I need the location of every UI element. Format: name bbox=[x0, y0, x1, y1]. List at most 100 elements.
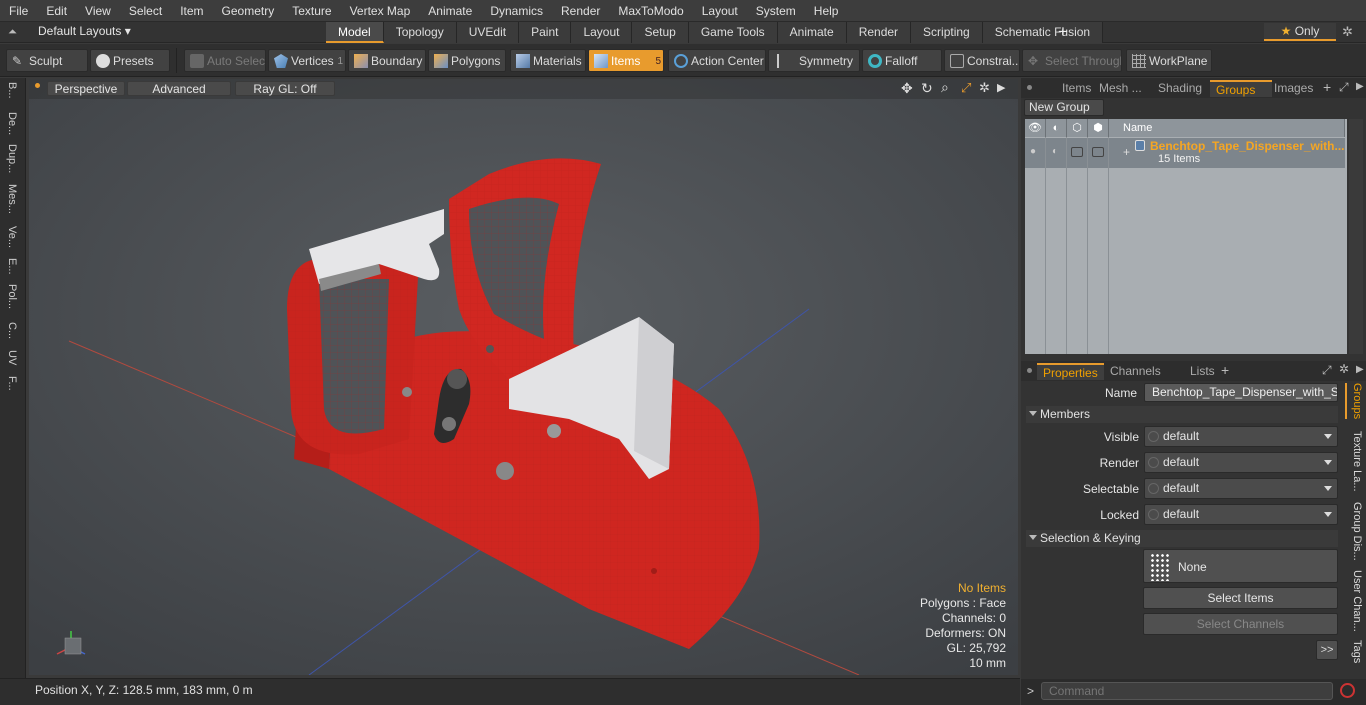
move-view-icon[interactable]: ✥ bbox=[901, 80, 913, 97]
props-gear-icon[interactable]: ✲ bbox=[1339, 362, 1349, 376]
layout-gear-icon[interactable]: ✲ bbox=[1342, 24, 1353, 40]
viewport-settings-icon[interactable]: ✲ bbox=[979, 80, 990, 96]
props-arrow-icon[interactable]: ▶ bbox=[1356, 364, 1364, 375]
left-tab-2[interactable]: Dup... bbox=[3, 144, 21, 173]
side-tab-texture-layers[interactable]: Texture La... bbox=[1345, 431, 1363, 492]
left-tab-5[interactable]: E... bbox=[3, 258, 21, 275]
add-panel-tab-icon[interactable]: + bbox=[1323, 79, 1331, 95]
viewport-menu-dot-icon[interactable] bbox=[35, 83, 40, 88]
mode-tab-paint[interactable]: Paint bbox=[519, 22, 572, 43]
keying-none-button[interactable]: None bbox=[1143, 549, 1338, 583]
presets-button[interactable]: Presets bbox=[90, 49, 170, 72]
tab-groups[interactable]: Groups bbox=[1210, 80, 1272, 97]
panel-expand-icon[interactable]: ⤢ bbox=[1339, 80, 1349, 95]
menu-geometry[interactable]: Geometry bbox=[213, 0, 284, 22]
selection-keying-section[interactable]: Selection & Keying bbox=[1026, 530, 1338, 547]
menu-system[interactable]: System bbox=[747, 0, 805, 22]
mode-tab-setup[interactable]: Setup bbox=[632, 22, 689, 43]
items-button[interactable]: Items 5 bbox=[588, 49, 664, 72]
select-channels-button[interactable]: Select Channels bbox=[1143, 613, 1338, 635]
zoom-view-icon[interactable]: ⌕ bbox=[941, 79, 949, 96]
menu-file[interactable]: File bbox=[0, 0, 37, 22]
left-tab-7[interactable]: C... bbox=[3, 322, 21, 339]
mode-tab-animate[interactable]: Animate bbox=[777, 22, 847, 43]
workplane-button[interactable]: WorkPlane bbox=[1126, 49, 1212, 72]
side-tab-user-channels[interactable]: User Chan... bbox=[1345, 570, 1363, 632]
left-tab-3[interactable]: Mes... bbox=[3, 184, 21, 214]
tab-images[interactable]: Images bbox=[1268, 80, 1319, 97]
tab-mesh[interactable]: Mesh ... bbox=[1093, 80, 1148, 97]
layout-selector[interactable]: Default Layouts ▾ bbox=[38, 24, 131, 38]
menu-texture[interactable]: Texture bbox=[283, 0, 340, 22]
menu-animate[interactable]: Animate bbox=[419, 0, 481, 22]
menu-render[interactable]: Render bbox=[552, 0, 609, 22]
name-field[interactable]: Benchtop_Tape_Dispenser_with_Safe bbox=[1144, 383, 1338, 402]
group-render-icon[interactable]: ◐ bbox=[1052, 146, 1058, 157]
group-row[interactable]: ● ◐ + Benchtop_Tape_Dispenser_with... 15… bbox=[1025, 138, 1345, 168]
maximize-view-icon[interactable]: ⤢ bbox=[961, 80, 971, 96]
select-items-button[interactable]: Select Items bbox=[1143, 587, 1338, 609]
falloff-button[interactable]: Falloff bbox=[862, 49, 942, 72]
expand-plus-icon[interactable]: + bbox=[1123, 145, 1130, 159]
left-tab-6[interactable]: Pol... bbox=[3, 284, 21, 309]
mode-tab-scripting[interactable]: Scripting bbox=[911, 22, 983, 43]
menu-vertex-map[interactable]: Vertex Map bbox=[341, 0, 420, 22]
layout-home-icon[interactable]: ⏶ bbox=[8, 26, 20, 38]
group-eye-icon[interactable]: ● bbox=[1030, 146, 1036, 157]
visibility-col-eye-icon[interactable]: 👁 bbox=[1025, 119, 1046, 137]
add-props-tab-icon[interactable]: + bbox=[1221, 362, 1229, 378]
tab-channels[interactable]: Channels bbox=[1104, 363, 1167, 380]
left-tab-9[interactable]: F... bbox=[3, 376, 21, 391]
polygons-button[interactable]: Polygons bbox=[428, 49, 506, 72]
only-toggle[interactable]: ★ Only bbox=[1264, 23, 1336, 41]
lock-col-icon[interactable]: ⬢ bbox=[1088, 119, 1109, 137]
more-button[interactable]: >> bbox=[1316, 640, 1338, 660]
render-col-icon[interactable]: ◐ bbox=[1046, 119, 1067, 137]
rotate-view-icon[interactable]: ↻ bbox=[921, 80, 933, 97]
command-input[interactable] bbox=[1041, 682, 1333, 700]
constraints-button[interactable]: Constrai... bbox=[944, 49, 1020, 72]
left-tab-1[interactable]: De... bbox=[3, 112, 21, 135]
side-tab-group-display[interactable]: Group Dis... bbox=[1345, 502, 1363, 561]
tab-lists[interactable]: Lists bbox=[1184, 363, 1221, 380]
shading-mode-button[interactable]: Advanced bbox=[127, 81, 231, 96]
left-tab-8[interactable]: UV bbox=[3, 350, 21, 365]
view-type-button[interactable]: Perspective bbox=[47, 81, 125, 96]
menu-maxtomodo[interactable]: MaxToModo bbox=[609, 0, 692, 22]
tab-shading[interactable]: Shading bbox=[1152, 80, 1208, 97]
action-center-button[interactable]: Action Center bbox=[668, 49, 766, 72]
locked-select[interactable]: default bbox=[1144, 504, 1338, 525]
group-lock-checkbox[interactable] bbox=[1092, 147, 1104, 157]
panel-arrow-icon[interactable]: ▶ bbox=[1356, 81, 1364, 92]
mode-tab-uvedit[interactable]: UVEdit bbox=[456, 22, 520, 43]
add-tab-icon[interactable]: + bbox=[1058, 22, 1068, 42]
tab-properties[interactable]: Properties bbox=[1037, 363, 1104, 380]
groups-scrollbar[interactable] bbox=[1349, 119, 1363, 354]
members-section[interactable]: Members bbox=[1026, 406, 1338, 423]
sculpt-button[interactable]: ✎ Sculpt bbox=[6, 49, 88, 72]
select-col-icon[interactable]: ⬡ bbox=[1067, 119, 1088, 137]
tab-items[interactable]: Items bbox=[1056, 80, 1097, 97]
mode-tab-schematic-fusion[interactable]: Schematic Fusion bbox=[982, 22, 1104, 43]
mode-tab-model[interactable]: Model bbox=[326, 22, 384, 43]
boundary-button[interactable]: Boundary bbox=[348, 49, 426, 72]
visible-select[interactable]: default bbox=[1144, 426, 1338, 447]
symmetry-button[interactable]: Symmetry bbox=[768, 49, 860, 72]
menu-select[interactable]: Select bbox=[120, 0, 171, 22]
props-expand-icon[interactable]: ⤢ bbox=[1322, 363, 1332, 378]
menu-view[interactable]: View bbox=[76, 0, 120, 22]
menu-edit[interactable]: Edit bbox=[37, 0, 76, 22]
props-menu-dot-icon[interactable] bbox=[1027, 368, 1032, 373]
side-tab-tags[interactable]: Tags bbox=[1345, 640, 1363, 663]
group-select-checkbox[interactable] bbox=[1071, 147, 1083, 157]
menu-layout[interactable]: Layout bbox=[693, 0, 747, 22]
render-select[interactable]: default bbox=[1144, 452, 1338, 473]
auto-select-button[interactable]: Auto Select bbox=[184, 49, 266, 72]
3d-viewport[interactable]: Perspective Advanced Ray GL: Off ✥ ↻ ⌕ ⤢… bbox=[29, 79, 1018, 675]
menu-item[interactable]: Item bbox=[171, 0, 212, 22]
menu-help[interactable]: Help bbox=[805, 0, 848, 22]
name-column-header[interactable]: Name bbox=[1109, 119, 1345, 137]
mode-tab-layout[interactable]: Layout bbox=[571, 22, 633, 43]
new-group-button[interactable]: New Group bbox=[1024, 99, 1104, 116]
left-tab-0[interactable]: B... bbox=[3, 82, 21, 99]
